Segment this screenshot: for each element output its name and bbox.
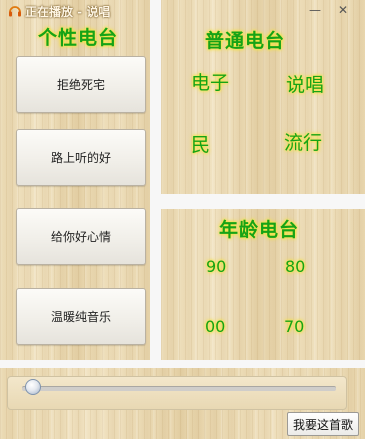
age-80[interactable]: 80 — [285, 257, 305, 276]
progress-thumb[interactable] — [25, 379, 42, 395]
progress-slider-container — [7, 376, 347, 410]
close-icon: ✕ — [337, 2, 349, 17]
window-title: 正在播放 - 说唱 — [25, 4, 111, 19]
horizontal-divider-right — [161, 194, 365, 209]
vertical-divider — [150, 0, 161, 360]
want-this-song-button[interactable]: 我要这首歌 — [287, 412, 359, 436]
channel-button-4[interactable]: 温暖纯音乐 — [16, 288, 146, 345]
channel-button-2[interactable]: 路上听的好 — [16, 129, 146, 186]
age-radio-title: 年龄电台 — [219, 219, 300, 241]
title-bar: 正在播放 - 说唱 — [0, 0, 150, 22]
minimize-icon: — — [309, 2, 321, 17]
minimize-button[interactable]: — — [305, 2, 325, 17]
genre-rap[interactable]: 说唱 — [286, 70, 324, 97]
genre-folk[interactable]: 民 — [191, 130, 210, 157]
genre-pop[interactable]: 流行 — [284, 128, 322, 155]
headphones-icon — [9, 6, 21, 17]
age-70[interactable]: 70 — [284, 317, 304, 336]
progress-track[interactable] — [22, 386, 336, 391]
channel-button-1[interactable]: 拒绝死宅 — [16, 56, 146, 113]
genre-electronic[interactable]: 电子 — [191, 68, 229, 95]
normal-radio-title: 普通电台 — [205, 30, 286, 52]
close-button[interactable]: ✕ — [333, 2, 353, 17]
horizontal-divider-bottom — [0, 360, 365, 368]
personal-radio-title: 个性电台 — [38, 27, 119, 49]
channel-button-3[interactable]: 给你好心情 — [16, 208, 146, 265]
age-00[interactable]: 00 — [205, 317, 225, 336]
age-90[interactable]: 90 — [206, 257, 226, 276]
